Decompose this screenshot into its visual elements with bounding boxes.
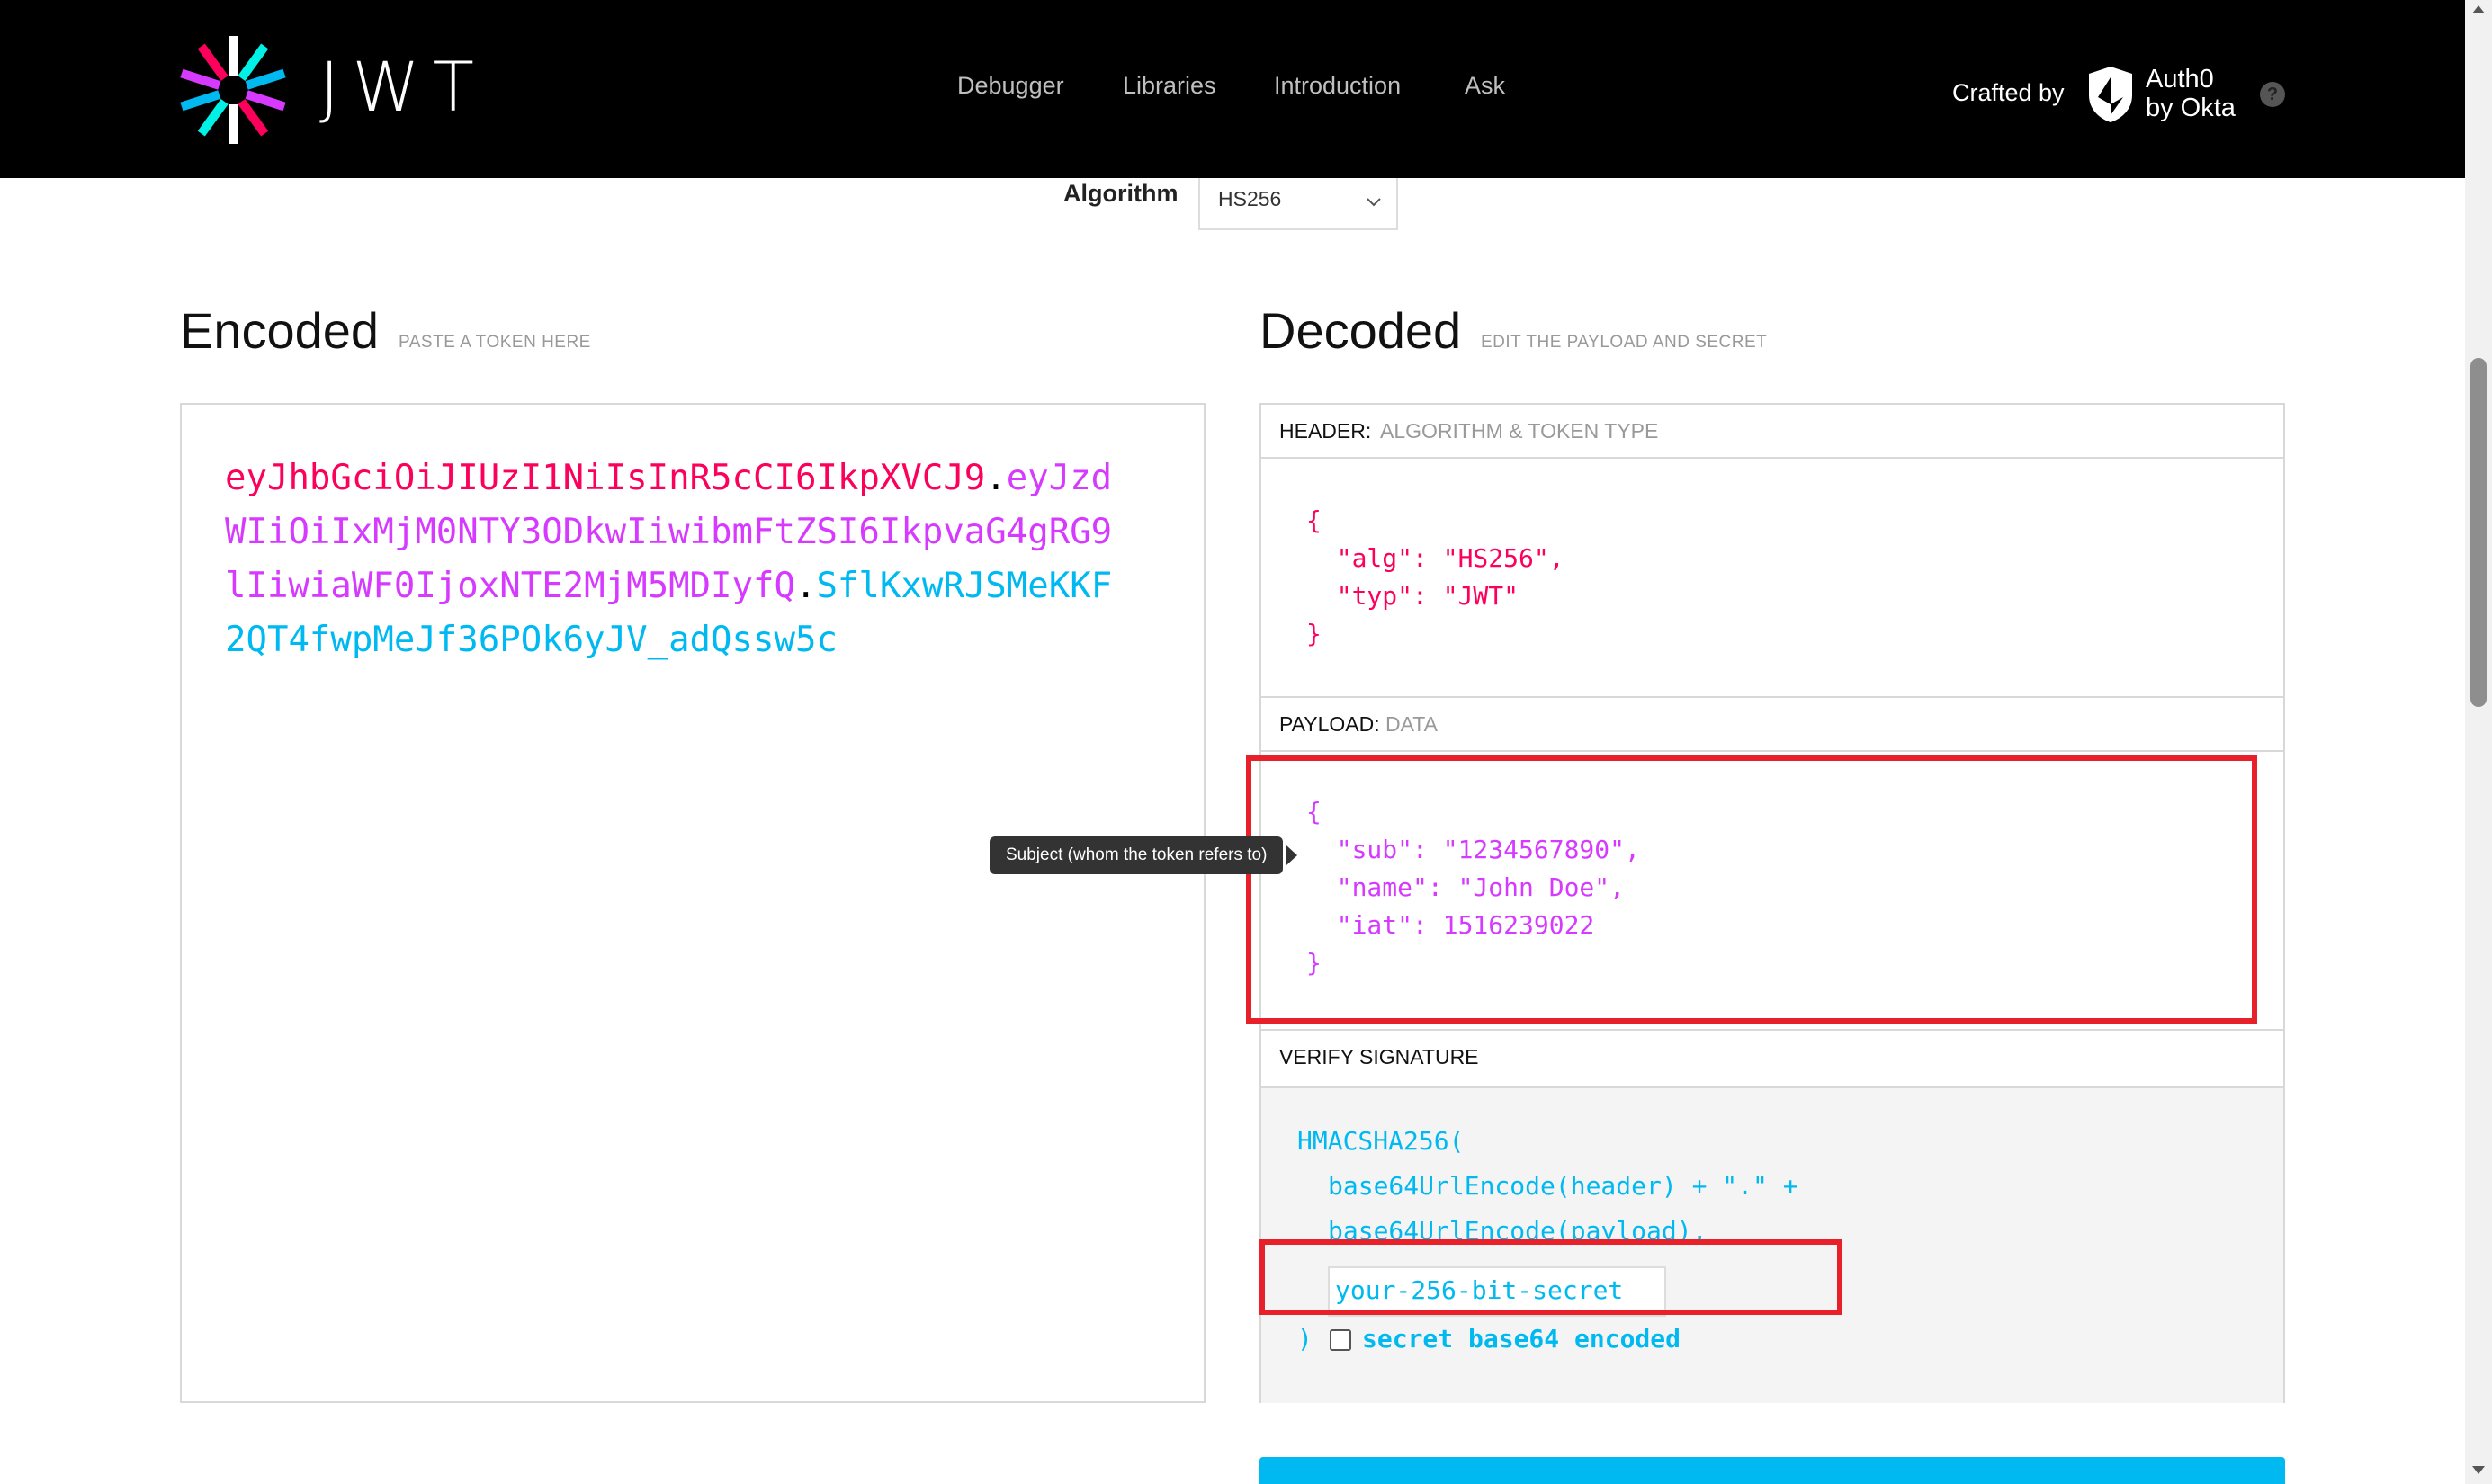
- payload-label: PAYLOAD:: [1279, 712, 1380, 736]
- auth0-by-okta-link[interactable]: Auth0 by Okta: [2146, 65, 2236, 122]
- algorithm-label: Algorithm: [1063, 180, 1179, 207]
- top-navbar: JWT Debugger Libraries Introduction Ask …: [0, 0, 2465, 178]
- header-sublabel: ALGORITHM & TOKEN TYPE: [1380, 419, 1659, 443]
- decoded-subtitle: EDIT THE PAYLOAD AND SECRET: [1481, 333, 1768, 352]
- encoded-token[interactable]: eyJhbGciOiJIUzI1NiIsInR5cCI6IkpXVCJ9.eyJ…: [225, 451, 1125, 667]
- jwt-logo-icon[interactable]: [177, 34, 289, 149]
- base64-encoded-label[interactable]: secret base64 encoded: [1362, 1324, 1681, 1354]
- header-section-title: HEADER: ALGORITHM & TOKEN TYPE: [1261, 405, 2283, 459]
- auth0-line1: Auth0: [2146, 65, 2214, 94]
- help-icon[interactable]: ?: [2260, 82, 2285, 107]
- header-label: HEADER:: [1279, 419, 1372, 443]
- nav-debugger[interactable]: Debugger: [957, 72, 1064, 100]
- nav-ask[interactable]: Ask: [1465, 72, 1505, 100]
- encoded-subtitle: PASTE A TOKEN HERE: [399, 333, 591, 352]
- algorithm-value: HS256: [1218, 187, 1282, 210]
- verify-signature-title: VERIFY SIGNATURE: [1261, 1031, 2283, 1088]
- sig-line-header: base64UrlEncode(header) + "." +: [1328, 1171, 1798, 1201]
- scroll-thumb[interactable]: [2470, 358, 2487, 707]
- token-dot: .: [985, 458, 1007, 498]
- signature-status-bar: [1259, 1457, 2285, 1484]
- payload-highlight-box: [1246, 755, 2257, 1024]
- nav-introduction[interactable]: Introduction: [1274, 72, 1401, 100]
- header-json-editor[interactable]: { "alg": "HS256", "typ": "JWT" }: [1261, 459, 2283, 698]
- auth0-shield-icon[interactable]: [2085, 65, 2136, 128]
- sig-close-paren: ): [1297, 1324, 1313, 1354]
- encoded-token-editor[interactable]: eyJhbGciOiJIUzI1NiIsInR5cCI6IkpXVCJ9.eyJ…: [180, 403, 1206, 1403]
- scroll-down-icon[interactable]: [2472, 1466, 2485, 1474]
- encoded-title: Encoded: [180, 302, 380, 359]
- tooltip-arrow: [1286, 845, 1297, 865]
- token-dot: .: [794, 566, 817, 606]
- sig-line-hmac: HMACSHA256(: [1297, 1126, 1465, 1156]
- verify-label: VERIFY SIGNATURE: [1279, 1045, 1479, 1068]
- secret-highlight-box: [1259, 1239, 1842, 1315]
- auth0-line2: by Okta: [2146, 94, 2236, 122]
- crafted-by-label: Crafted by: [1952, 79, 2065, 106]
- page-scrollbar[interactable]: [2465, 0, 2492, 1484]
- token-header-part: eyJhbGciOiJIUzI1NiIsInR5cCI6IkpXVCJ9: [225, 458, 986, 498]
- chevron-down-icon: [1366, 194, 1382, 211]
- algorithm-select[interactable]: HS256: [1198, 178, 1398, 230]
- decoded-title: Decoded: [1259, 302, 1462, 359]
- base64-encoded-checkbox[interactable]: [1330, 1329, 1351, 1351]
- payload-section-title: PAYLOAD: DATA: [1261, 698, 2283, 752]
- scroll-up-icon[interactable]: [2472, 5, 2485, 13]
- payload-sublabel: DATA: [1385, 712, 1438, 736]
- logo-wordmark: JWT: [319, 47, 487, 127]
- header-json[interactable]: { "alg": "HS256", "typ": "JWT" }: [1306, 502, 1564, 653]
- tooltip: Subject (whom the token refers to): [990, 836, 1284, 874]
- nav-libraries[interactable]: Libraries: [1123, 72, 1216, 100]
